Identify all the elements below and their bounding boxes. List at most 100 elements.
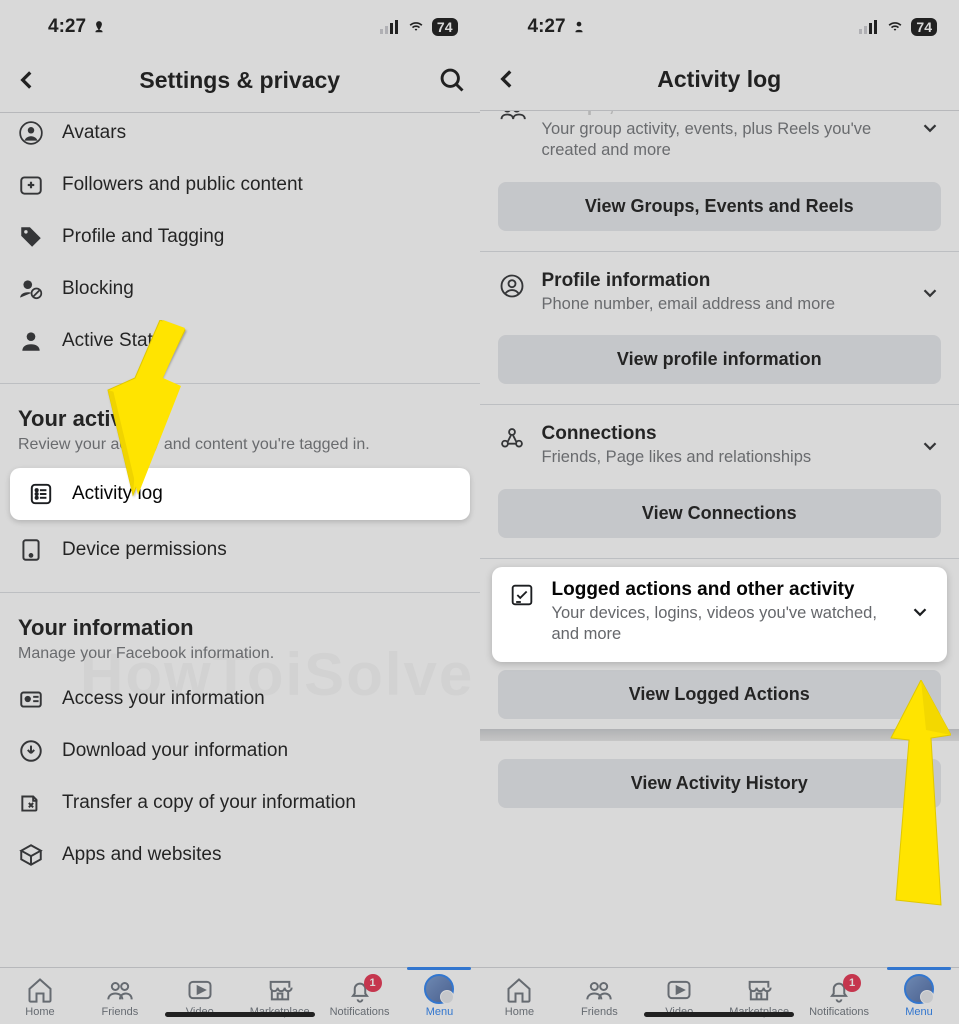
view-activity-history-button[interactable]: View Activity History	[498, 759, 942, 808]
status-time: 4:27	[528, 16, 566, 38]
tab-home[interactable]: Home	[4, 976, 76, 1018]
section-header[interactable]: Groups, Events and Reels Your group acti…	[498, 111, 942, 176]
transfer-icon	[18, 790, 44, 816]
page-title: Settings & privacy	[0, 67, 480, 94]
home-indicator	[644, 1012, 794, 1017]
friends-icon	[106, 976, 134, 1004]
chevron-down-icon[interactable]	[919, 282, 941, 304]
row-followers[interactable]: Followers and public content	[0, 159, 480, 211]
section-logged-actions[interactable]: Logged actions and other activity Your d…	[492, 567, 948, 662]
tab-label: Notifications	[330, 1006, 390, 1018]
apps-icon	[18, 842, 44, 868]
connections-icon	[498, 425, 526, 453]
video-icon	[186, 976, 214, 1004]
row-download-information[interactable]: Download your information	[0, 725, 480, 777]
row-profile-tagging[interactable]: Profile and Tagging	[0, 211, 480, 263]
home-indicator	[165, 1012, 315, 1017]
active-indicator	[887, 967, 951, 970]
video-icon	[665, 976, 693, 1004]
chevron-down-icon[interactable]	[919, 117, 941, 139]
section-connections: Connections Friends, Page likes and rela…	[480, 409, 959, 558]
notification-badge: 1	[364, 974, 382, 992]
status-time: 4:27	[48, 16, 86, 38]
section-header[interactable]: Logged actions and other activity Your d…	[508, 567, 932, 658]
chevron-down-icon[interactable]	[919, 435, 941, 457]
screen-settings-privacy: 4:27 74 Settings & privacy HowToiSolve A…	[0, 0, 480, 1024]
wifi-icon	[406, 20, 426, 34]
cellular-icon	[380, 20, 400, 34]
tab-notifications[interactable]: 1 Notifications	[803, 976, 875, 1018]
row-apps-websites[interactable]: Apps and websites	[0, 829, 480, 881]
row-active-status[interactable]: Active Status	[0, 315, 480, 367]
wifi-icon	[885, 20, 905, 34]
location-icon	[572, 20, 586, 34]
view-logged-actions-button[interactable]: View Logged Actions	[498, 670, 942, 719]
row-activity-log[interactable]: Activity log	[10, 468, 470, 520]
tag-icon	[18, 224, 44, 250]
back-button[interactable]	[14, 67, 40, 93]
row-avatars[interactable]: Avatars	[0, 113, 480, 159]
section-subtitle: Friends, Page likes and relationships	[542, 447, 904, 468]
tab-label: Home	[505, 1006, 534, 1018]
row-label: Transfer a copy of your information	[62, 792, 356, 814]
battery-level: 74	[911, 18, 937, 36]
tab-friends[interactable]: Friends	[563, 976, 635, 1018]
tab-menu[interactable]: Menu	[403, 974, 475, 1018]
section-subtitle: Your devices, logins, videos you've watc…	[552, 603, 894, 646]
back-button[interactable]	[494, 66, 520, 92]
activity-log-list[interactable]: Groups, Events and Reels Your group acti…	[480, 111, 959, 967]
followers-icon	[18, 172, 44, 198]
section-title: Logged actions and other activity	[552, 579, 894, 601]
chevron-down-icon[interactable]	[909, 601, 931, 623]
section-header[interactable]: Connections Friends, Page likes and rela…	[498, 409, 942, 482]
section-groups-events-reels: Groups, Events and Reels Your group acti…	[480, 111, 959, 252]
friends-icon	[585, 976, 613, 1004]
section-divider-thick	[480, 729, 959, 741]
device-permissions-icon	[18, 537, 44, 563]
location-icon	[92, 20, 106, 34]
row-label: Device permissions	[62, 539, 227, 561]
marketplace-icon	[266, 976, 294, 1004]
row-label: Profile and Tagging	[62, 226, 224, 248]
tab-friends[interactable]: Friends	[84, 976, 156, 1018]
notification-badge: 1	[843, 974, 861, 992]
id-card-icon	[18, 686, 44, 712]
tab-label: Friends	[102, 1006, 139, 1018]
row-label: Followers and public content	[62, 174, 303, 196]
status-bar: 4:27 74	[480, 0, 959, 54]
section-title: Profile information	[542, 270, 904, 292]
status-bar: 4:27 74	[0, 0, 480, 54]
section-title: Connections	[542, 423, 904, 445]
profile-avatar	[424, 974, 454, 1004]
view-profile-button[interactable]: View profile information	[498, 335, 942, 384]
active-status-icon	[18, 328, 44, 354]
row-device-permissions[interactable]: Device permissions	[0, 524, 480, 576]
search-icon[interactable]	[438, 66, 466, 94]
avatar-icon	[18, 120, 44, 146]
home-icon	[505, 976, 533, 1004]
nav-header: Settings & privacy	[0, 54, 480, 112]
watermark: HowToiSolve	[80, 640, 474, 709]
screen-activity-log: 4:27 74 Activity log Groups, Events and …	[480, 0, 959, 1024]
row-transfer-copy[interactable]: Transfer a copy of your information	[0, 777, 480, 829]
view-groups-button[interactable]: View Groups, Events and Reels	[498, 182, 942, 231]
section-your-activity: Your activity Review your activity and c…	[0, 383, 480, 464]
row-label: Activity log	[72, 483, 163, 505]
settings-list[interactable]: Avatars Followers and public content Pro…	[0, 113, 480, 967]
activity-log-icon	[28, 481, 54, 507]
tab-label: Menu	[905, 1006, 933, 1018]
view-connections-button[interactable]: View Connections	[498, 489, 942, 538]
marketplace-icon	[745, 976, 773, 1004]
section-header[interactable]: Profile information Phone number, email …	[498, 256, 942, 329]
battery-level: 74	[432, 18, 458, 36]
tab-home[interactable]: Home	[483, 976, 555, 1018]
download-icon	[18, 738, 44, 764]
row-blocking[interactable]: Blocking	[0, 263, 480, 315]
section-title: Groups, Events and Reels	[542, 111, 904, 117]
profile-avatar	[904, 974, 934, 1004]
tab-notifications[interactable]: 1 Notifications	[324, 976, 396, 1018]
tab-menu[interactable]: Menu	[883, 974, 955, 1018]
tab-label: Notifications	[809, 1006, 869, 1018]
active-indicator	[407, 967, 471, 970]
row-label: Active Status	[62, 330, 173, 352]
